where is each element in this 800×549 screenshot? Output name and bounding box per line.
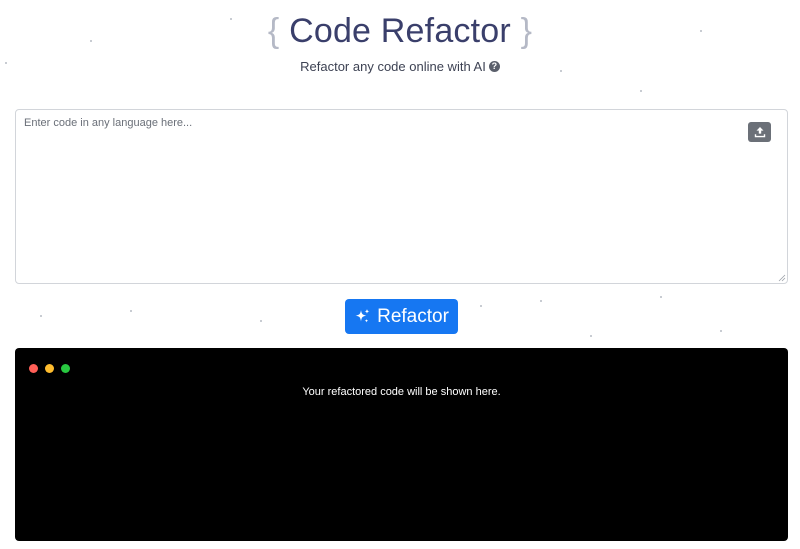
title-text: Code Refactor: [289, 12, 511, 50]
background-dot: [640, 90, 642, 92]
output-placeholder-message: Your refactored code will be shown here.: [302, 386, 501, 398]
refactor-button[interactable]: Refactor: [345, 299, 458, 334]
code-input[interactable]: [16, 110, 787, 283]
subtitle-text: Refactor any code online with AI: [300, 59, 486, 74]
title-brace-close: }: [520, 12, 533, 50]
background-dot: [40, 315, 42, 317]
sparkles-icon: [355, 309, 370, 323]
background-dot: [480, 305, 482, 307]
background-dot: [720, 330, 722, 332]
window-controls: [29, 364, 70, 373]
resize-handle[interactable]: [778, 274, 786, 282]
output-terminal: Your refactored code will be shown here.: [15, 348, 788, 541]
background-dot: [660, 296, 662, 298]
page-subtitle: Refactor any code online with AI?: [0, 59, 800, 74]
close-dot-icon: [29, 364, 38, 373]
background-dot: [130, 310, 132, 312]
maximize-dot-icon: [61, 364, 70, 373]
title-brace-open: {: [267, 12, 280, 50]
upload-icon: [754, 127, 765, 138]
minimize-dot-icon: [45, 364, 54, 373]
upload-button[interactable]: [748, 122, 771, 142]
background-dot: [590, 335, 592, 337]
page: { Code Refactor } Refactor any code onli…: [0, 0, 800, 549]
background-dot: [540, 300, 542, 302]
question-circle-icon[interactable]: ?: [488, 61, 500, 73]
page-title: { Code Refactor }: [0, 12, 800, 51]
background-dot: [260, 320, 262, 322]
refactor-button-label: Refactor: [377, 305, 449, 327]
code-input-container: [15, 109, 788, 284]
